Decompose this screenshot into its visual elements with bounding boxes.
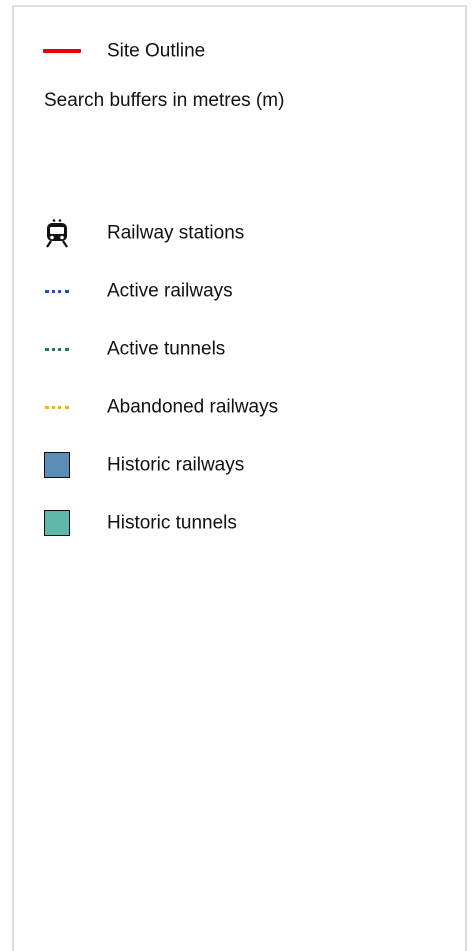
legend-label-historic-tunnels: Historic tunnels [107,512,237,534]
legend-label-active-railways: Active railways [107,280,233,302]
active-railways-dotted-line-icon [42,276,72,306]
legend-label-abandoned-railways: Abandoned railways [107,396,279,418]
legend-row-site-outline: Site Outline [14,36,465,66]
map-legend-panel: Site Outline Search buffers in metres (m… [12,5,467,951]
legend-label-historic-railways: Historic railways [107,454,245,476]
legend-label-railway-stations: Railway stations [107,222,245,244]
legend-row-active-railways: Active railways [14,276,465,306]
legend-row-historic-tunnels: Historic tunnels [14,508,465,538]
legend-row-abandoned-railways: Abandoned railways [14,392,465,422]
legend-row-historic-railways: Historic railways [14,450,465,480]
site-outline-line-icon [42,36,82,66]
search-buffers-label: Search buffers in metres (m) [44,90,285,111]
legend-label-active-tunnels: Active tunnels [107,338,226,360]
train-icon [42,218,72,248]
historic-tunnels-swatch-icon [42,508,72,538]
abandoned-railways-dotted-line-icon [42,392,72,422]
legend-row-active-tunnels: Active tunnels [14,334,465,364]
historic-railways-swatch-icon [42,450,72,480]
legend-label-site-outline: Site Outline [107,40,206,62]
legend-row-railway-stations: Railway stations [14,218,465,248]
active-tunnels-dotted-line-icon [42,334,72,364]
